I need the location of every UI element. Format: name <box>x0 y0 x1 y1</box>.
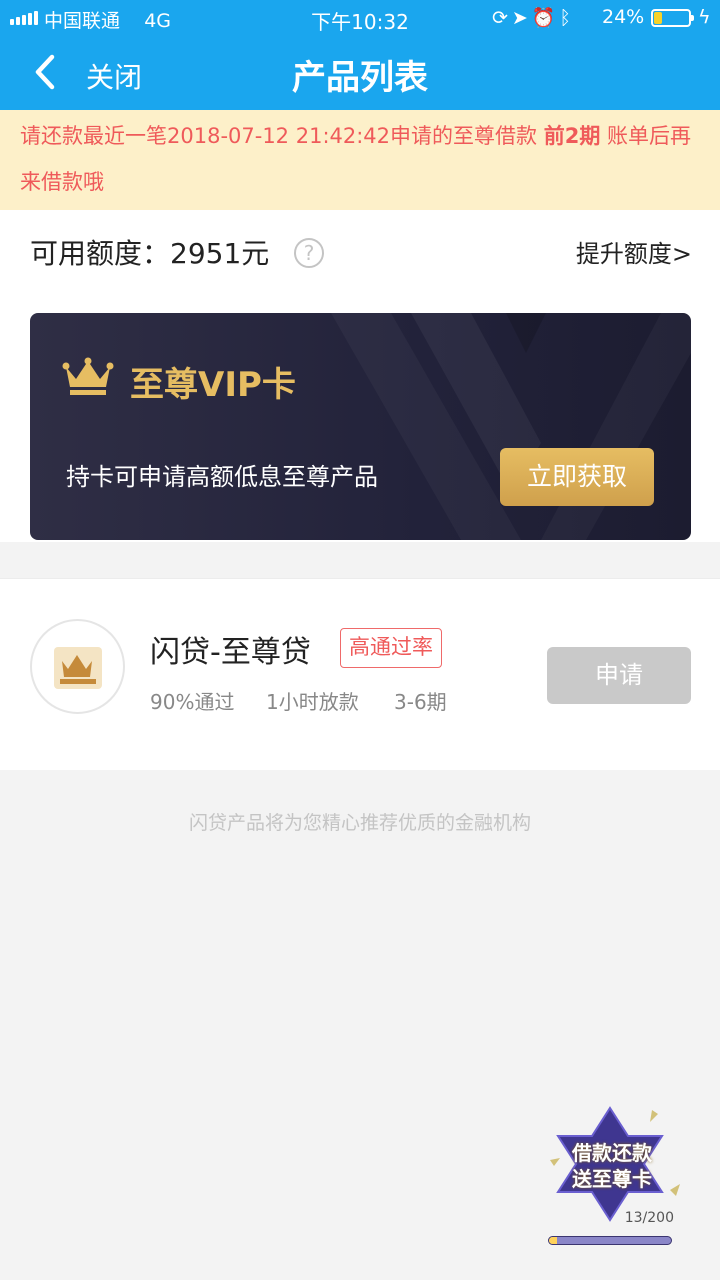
quota-row: 可用额度：2951元 提升额度> <box>0 210 720 292</box>
pass-rate: 90%通过 <box>150 690 235 714</box>
promo-progress-bar <box>548 1236 672 1245</box>
orientation-lock-icon: ⟳ <box>492 7 512 29</box>
promo-line-2: 送至尊卡 <box>572 1167 652 1191</box>
vip-card-title: 至尊VIP卡 <box>130 365 296 405</box>
alarm-icon: ⏰ <box>531 7 560 29</box>
notice-highlight: 前2期 <box>543 124 601 148</box>
zun-logo-icon <box>54 647 102 689</box>
vip-card-description: 持卡可申请高额低息至尊产品 <box>66 463 378 491</box>
quota-value: 2951元 <box>170 237 270 270</box>
product-name: 闪贷-至尊贷 <box>150 635 311 670</box>
crown-icon <box>62 357 114 395</box>
get-vip-button[interactable]: 立即获取 <box>500 448 654 506</box>
battery-icon <box>651 9 694 27</box>
loan-terms: 3-6期 <box>394 690 447 714</box>
promo-badge[interactable]: 借款还款 送至尊卡 13/200 <box>540 1100 690 1250</box>
bluetooth-icon: ᛒ <box>559 7 575 29</box>
apply-button[interactable]: 申请 <box>547 647 691 704</box>
status-bar: 中国联通 4G 下午10:32 ⟳➤⏰ᛒ 24% ϟ <box>0 0 720 36</box>
product-logo <box>30 619 125 714</box>
vip-card[interactable]: 至尊VIP卡 持卡可申请高额低息至尊产品 立即获取 <box>30 313 691 540</box>
vip-card-section: 至尊VIP卡 持卡可申请高额低息至尊产品 立即获取 <box>0 292 720 542</box>
back-button[interactable] <box>30 52 70 96</box>
raise-quota-link[interactable]: 提升额度> <box>576 234 692 269</box>
close-button[interactable]: 关闭 <box>86 56 142 96</box>
promo-progress-fill <box>549 1237 557 1244</box>
product-item[interactable]: 闪贷-至尊贷 高通过率 90%通过 1小时放款 3-6期 申请 <box>0 578 720 770</box>
chevron-left-icon <box>35 54 55 90</box>
repayment-notice: 请还款最近一笔2018-07-12 21:42:42申请的至尊借款 前2期 账单… <box>0 110 720 210</box>
notice-text-before: 请还款最近一笔2018-07-12 21:42:42申请的至尊借款 <box>20 124 544 148</box>
high-pass-rate-badge: 高通过率 <box>340 628 442 668</box>
promo-count: 13/200 <box>624 1210 674 1226</box>
footer-note: 闪贷产品将为您精心推荐优质的金融机构 <box>188 812 531 834</box>
promo-line-1: 借款还款 <box>572 1141 652 1165</box>
disburse-time: 1小时放款 <box>266 690 359 714</box>
header: 中国联通 4G 下午10:32 ⟳➤⏰ᛒ 24% ϟ 关闭 产品列表 <box>0 0 720 110</box>
help-icon[interactable]: ? <box>294 238 324 268</box>
battery-level <box>654 12 662 24</box>
charging-icon: ϟ <box>698 6 711 28</box>
location-icon: ➤ <box>511 7 532 29</box>
battery-percent: 24% <box>602 6 645 28</box>
quota-label: 可用额度： <box>30 237 171 270</box>
